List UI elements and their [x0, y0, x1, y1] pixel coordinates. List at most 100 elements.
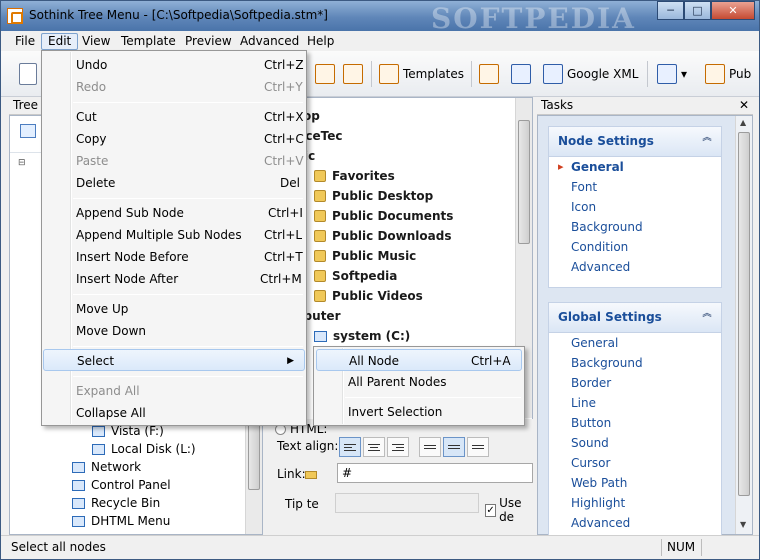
tip-text-input[interactable] — [335, 493, 479, 513]
templates-button[interactable]: Templates — [379, 61, 464, 87]
tree-row[interactable]: Control Panel — [72, 476, 171, 494]
align-right-button[interactable] — [387, 437, 409, 457]
preview-node[interactable]: Public Videos — [314, 286, 423, 306]
menu-separator — [73, 102, 303, 103]
num-lock-indicator: NUM — [667, 540, 696, 554]
menu-file[interactable]: File — [9, 33, 41, 50]
global-settings-web-path-link[interactable]: Web Path — [549, 473, 721, 493]
tree-row[interactable]: Network — [72, 458, 141, 476]
node-settings-header[interactable]: Node Settings ︽ — [549, 127, 721, 157]
preview-node[interactable]: Favorites — [314, 166, 395, 186]
refresh-button[interactable] — [343, 61, 363, 87]
code-button[interactable] — [511, 61, 531, 87]
node-settings-general-link[interactable]: General — [549, 157, 721, 177]
menu-move-down[interactable]: Move Down — [44, 320, 304, 342]
global-settings-border-link[interactable]: Border — [549, 373, 721, 393]
menu-bar: File Edit View Template Preview Advanced… — [1, 31, 759, 51]
global-settings-line-link[interactable]: Line — [549, 393, 721, 413]
menu-undo[interactable]: Undo Ctrl+Z — [44, 54, 304, 76]
edit-button[interactable] — [315, 61, 335, 87]
preview-node[interactable]: Public Documents — [314, 206, 453, 226]
tree-row[interactable]: DHTML Menu — [72, 512, 170, 530]
preview-scroll-thumb[interactable] — [518, 120, 530, 244]
menu-move-up[interactable]: Move Up — [44, 298, 304, 320]
refresh-icon — [343, 64, 363, 84]
minimize-button[interactable]: ─ — [657, 1, 684, 20]
publish-button[interactable]: Pub — [705, 61, 751, 87]
align-left-button[interactable] — [339, 437, 361, 457]
menu-select-all-parent-nodes[interactable]: All Parent Nodes — [316, 371, 522, 393]
preview-node[interactable]: system (C:) — [314, 326, 410, 346]
tasks-scroll-thumb[interactable] — [738, 132, 750, 496]
menu-preview[interactable]: Preview — [179, 33, 238, 50]
checkbox-checked-icon[interactable]: ✓ — [485, 503, 497, 517]
close-button[interactable]: ✕ — [711, 1, 755, 20]
valign-bottom-button[interactable] — [467, 437, 489, 457]
global-settings-sound-link[interactable]: Sound — [549, 433, 721, 453]
tasks-close-icon[interactable]: ✕ — [739, 97, 749, 114]
global-settings-advanced-link[interactable]: Advanced — [549, 513, 721, 533]
align-center-button[interactable] — [363, 437, 385, 457]
menu-advanced[interactable]: Advanced — [234, 33, 305, 50]
pencil-icon — [315, 64, 335, 84]
scroll-up-icon[interactable]: ▲ — [740, 118, 746, 127]
node-settings-font-link[interactable]: Font — [549, 177, 721, 197]
menu-invert-selection[interactable]: Invert Selection — [316, 401, 522, 423]
preview-node[interactable]: Softpedia — [314, 266, 397, 286]
menu-view[interactable]: View — [76, 33, 116, 50]
preview-node[interactable]: Public Desktop — [314, 186, 433, 206]
global-settings-highlight-link[interactable]: Highlight — [549, 493, 721, 513]
valign-middle-button[interactable] — [443, 437, 465, 457]
tasks-scrollbar[interactable]: ▲ ▼ — [735, 116, 752, 534]
global-settings-button-link[interactable]: Button — [549, 413, 721, 433]
global-settings-header[interactable]: Global Settings ︽ — [549, 303, 721, 333]
drive-icon — [92, 443, 105, 455]
menu-insert-node-after[interactable]: Insert Node After Ctrl+M — [44, 268, 304, 290]
toolbar-separator — [471, 61, 472, 87]
menu-expand-all[interactable]: Expand All — [44, 380, 304, 402]
tree-row[interactable]: Recycle Bin — [72, 494, 160, 512]
menu-template[interactable]: Template — [115, 33, 182, 50]
dropdown-icon[interactable]: ▾ — [681, 67, 687, 81]
global-settings-general-link[interactable]: General — [549, 333, 721, 353]
tree-toolbar-icon[interactable] — [20, 124, 36, 138]
collapse-icon[interactable]: ︽ — [701, 134, 713, 147]
maximize-button[interactable]: □ — [684, 1, 711, 20]
link-input[interactable]: # — [337, 463, 533, 483]
folder-icon[interactable] — [305, 471, 317, 479]
toolbar-separator — [371, 61, 372, 87]
node-settings-condition-link[interactable]: Condition — [549, 237, 721, 257]
use-default-option[interactable]: ✓ Use de — [485, 496, 533, 524]
tree-row[interactable]: Local Disk (L:) — [92, 440, 196, 458]
preview-node[interactable]: Public Music — [314, 246, 416, 266]
menu-edit[interactable]: Edit — [41, 33, 79, 50]
scroll-down-icon[interactable]: ▼ — [740, 520, 746, 529]
menu-append-multiple-sub-nodes[interactable]: Append Multiple Sub Nodes Ctrl+L — [44, 224, 304, 246]
node-settings-background-link[interactable]: Background — [549, 217, 721, 237]
global-settings-cursor-link[interactable]: Cursor — [549, 453, 721, 473]
preview-button[interactable]: ▾ — [657, 61, 687, 87]
new-button[interactable] — [19, 61, 37, 87]
export-button[interactable] — [479, 61, 499, 87]
menu-append-sub-node[interactable]: Append Sub Node Ctrl+I — [44, 202, 304, 224]
menu-insert-node-before[interactable]: Insert Node Before Ctrl+T — [44, 246, 304, 268]
menu-select[interactable]: Select ▶ — [43, 349, 305, 371]
google-xml-button[interactable]: Google XML — [543, 61, 638, 87]
collapse-icon[interactable]: ︽ — [701, 310, 713, 323]
expander-icon[interactable]: ⊟ — [18, 158, 26, 168]
status-separator — [701, 539, 702, 556]
menu-help[interactable]: Help — [301, 33, 340, 50]
node-settings-icon-link[interactable]: Icon — [549, 197, 721, 217]
title-bar: Sothink Tree Menu - [C:\Softpedia\Softpe… — [1, 1, 759, 35]
preview-node[interactable]: Public Downloads — [314, 226, 451, 246]
menu-cut[interactable]: Cut Ctrl+X — [44, 106, 304, 128]
menu-redo[interactable]: Redo Ctrl+Y — [44, 76, 304, 98]
menu-paste[interactable]: Paste Ctrl+V — [44, 150, 304, 172]
menu-delete[interactable]: Delete Del — [44, 172, 304, 194]
global-settings-background-link[interactable]: Background — [549, 353, 721, 373]
menu-collapse-all[interactable]: Collapse All — [44, 402, 304, 424]
menu-copy[interactable]: Copy Ctrl+C — [44, 128, 304, 150]
valign-top-button[interactable] — [419, 437, 441, 457]
menu-select-all-node[interactable]: All Node Ctrl+A — [316, 349, 522, 371]
node-settings-advanced-link[interactable]: Advanced — [549, 257, 721, 277]
